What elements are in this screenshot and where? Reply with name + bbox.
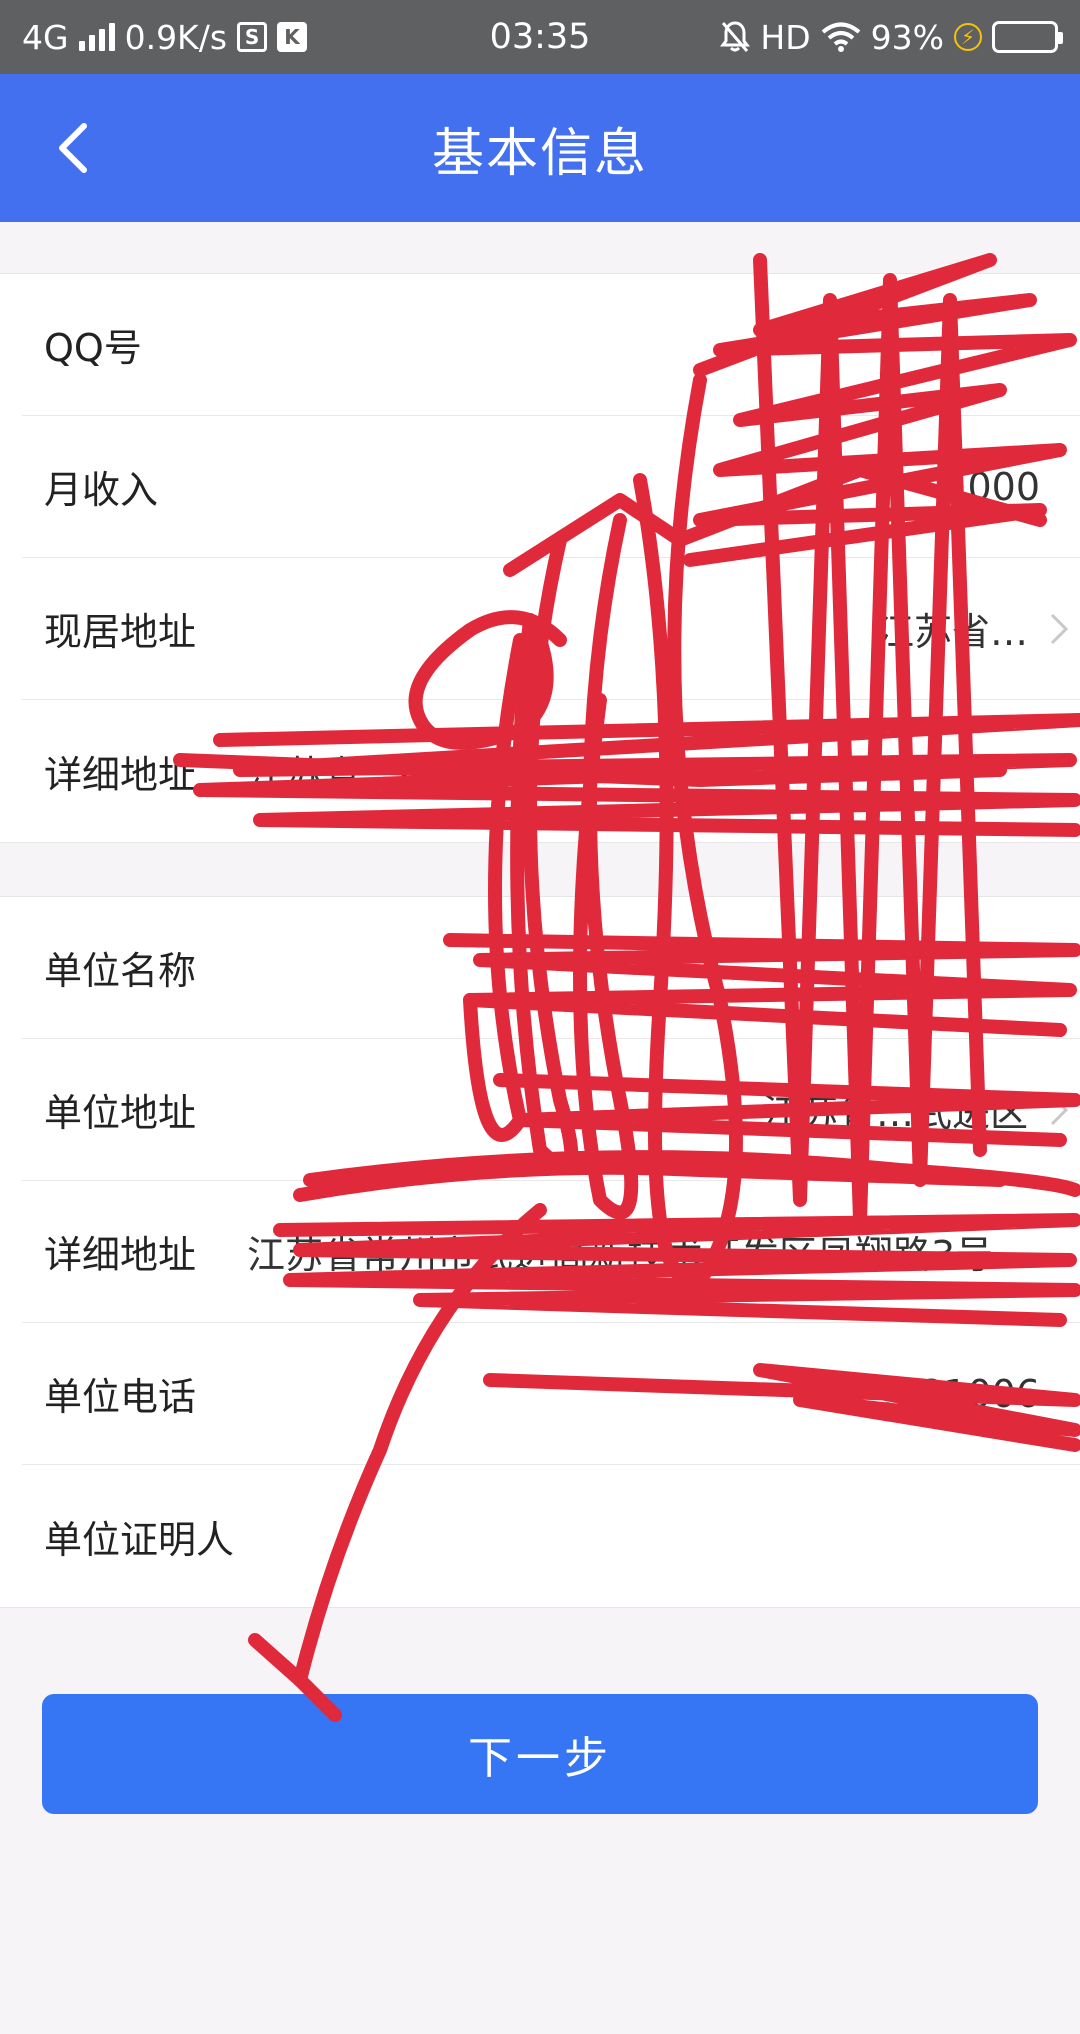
form-row-company-name[interactable]: 单位名称 [22,897,1080,1039]
employer-info-group: 单位名称 单位地址 江苏省…武进区 详细地址 江苏省常州市武进高新技术开发区凤翔… [0,896,1080,1608]
form-row-current-address[interactable]: 现居地址 江苏省… [22,558,1080,700]
row-label: 详细地址 [44,1233,197,1277]
company-detail-address-value[interactable]: 江苏省常州市武进高新技术开发区凤翔路3号 [247,1224,1007,1279]
next-step-button[interactable]: 下一步 [42,1694,1038,1814]
nav-bar: 基本信息 [0,74,1080,222]
company-phone-value[interactable]: …81006 [881,1372,1040,1416]
row-label: 单位证明人 [44,1517,235,1562]
bell-off-icon [720,21,751,52]
row-label: QQ号 [44,326,142,370]
monthly-income-value[interactable]: 000 [967,465,1040,509]
wifi-icon [821,22,860,52]
personal-info-group: QQ号 月收入 000 现居地址 江苏省… 详细地址 江苏省…6栋… [0,273,1080,843]
battery-percent: 93% [870,17,944,57]
row-label: 月收入 [44,468,159,512]
chevron-right-icon [1050,1094,1069,1125]
form-row-monthly-income[interactable]: 月收入 000 [22,416,1080,558]
company-address-value[interactable]: 江苏省…武进区 [762,1082,1028,1137]
current-address-value[interactable]: 江苏省… [876,601,1028,656]
row-label: 单位电话 [44,1375,197,1419]
row-label: 单位地址 [44,1091,197,1135]
battery-icon [992,21,1063,53]
page-title: 基本信息 [431,123,648,184]
status-right: HD 93% ⚡ [720,0,1063,74]
form-row-detail-address[interactable]: 详细地址 江苏省…6栋… [22,700,1080,842]
row-label: 单位名称 [44,949,197,993]
hd-indicator: HD [760,17,811,57]
page: 4G 0.9K/s S K 03:35 HD 93% ⚡ 基本信息 QQ号 月收… [0,0,1080,2034]
charging-bolt-icon: ⚡ [954,23,982,51]
status-bar: 4G 0.9K/s S K 03:35 HD 93% ⚡ [0,0,1080,74]
chevron-right-icon [1050,613,1069,644]
form-row-company-phone[interactable]: 单位电话 …81006 [22,1323,1080,1465]
form-row-company-detail-address[interactable]: 详细地址 江苏省常州市武进高新技术开发区凤翔路3号 [22,1181,1080,1323]
form-row-company-reference[interactable]: 单位证明人 [22,1465,1080,1607]
form-row-company-address[interactable]: 单位地址 江苏省…武进区 [22,1039,1080,1181]
row-label: 现居地址 [44,610,197,654]
form-row-qq[interactable]: QQ号 [22,274,1080,416]
row-label: 详细地址 [44,752,197,797]
detail-address-value[interactable]: 江苏省…6栋… [247,744,1007,799]
